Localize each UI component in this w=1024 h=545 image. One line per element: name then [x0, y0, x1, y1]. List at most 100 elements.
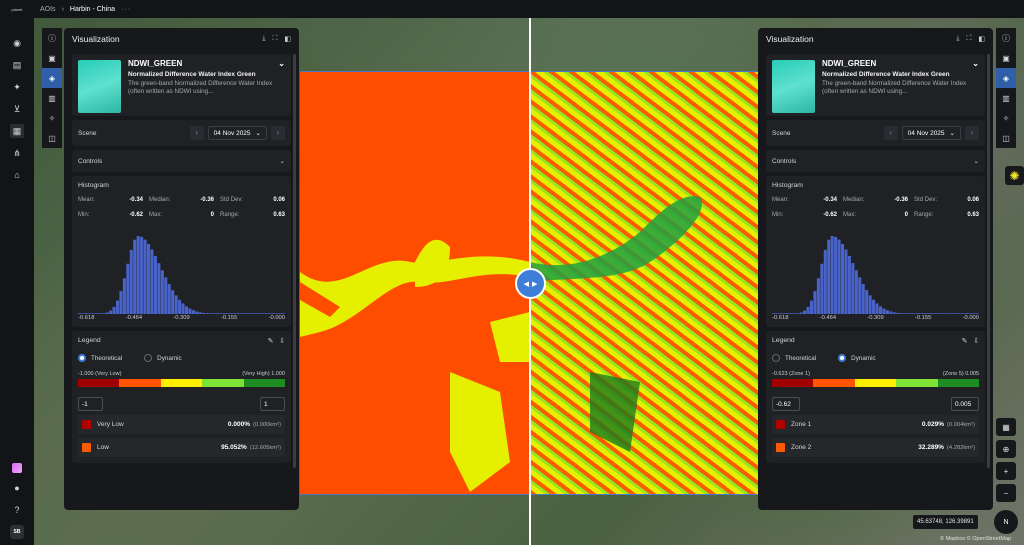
legend-section: Legend ✎ ⇩ Theoretical Dynamic -1.000 (Ve… — [72, 331, 291, 463]
export-icon[interactable]: ⇩ — [279, 337, 285, 345]
export-icon[interactable]: ⇩ — [973, 337, 979, 345]
histogram-bar — [830, 236, 834, 314]
map-icon[interactable]: ▦ — [10, 124, 24, 138]
more-options-icon[interactable]: ··· — [121, 6, 131, 13]
basemap-icon[interactable]: ▦ — [996, 418, 1016, 436]
network-icon[interactable]: ⋔ — [10, 146, 24, 160]
sparkle-icon[interactable]: ✧ — [42, 108, 62, 128]
sun-icon[interactable]: ✺ — [1005, 166, 1024, 185]
next-scene-button[interactable]: › — [965, 126, 979, 140]
layers-icon[interactable]: ◈ — [996, 68, 1016, 88]
split-view-icon[interactable]: ◫ — [996, 128, 1016, 148]
compass-icon[interactable]: ◉ — [10, 36, 24, 50]
histogram-bar — [889, 311, 893, 314]
edit-icon[interactable]: ✎ — [268, 337, 274, 345]
map-attribution[interactable]: © Mapbox © OpenStreetMap — [940, 536, 1011, 542]
app-logo[interactable]: planet — [0, 7, 34, 12]
class-swatch[interactable] — [776, 443, 785, 452]
panel-scrollbar[interactable] — [987, 54, 990, 468]
class-swatch[interactable] — [82, 420, 91, 429]
class-area: (0.004km²) — [946, 421, 975, 428]
radio-theoretical[interactable]: Theoretical — [78, 354, 122, 362]
bell-icon[interactable]: ● — [10, 481, 24, 495]
color-scale[interactable] — [78, 379, 286, 387]
image-icon[interactable]: ▣ — [996, 48, 1016, 68]
index-selector[interactable]: NDWI_GREEN ⌄ Normalized Difference Water … — [766, 54, 985, 116]
locate-icon[interactable]: ⊕ — [996, 440, 1016, 458]
expand-icon[interactable]: ⛶ — [272, 35, 277, 43]
app-switcher-icon[interactable] — [12, 463, 22, 473]
radio-theoretical[interactable]: Theoretical — [772, 354, 816, 362]
histogram-bar — [906, 313, 910, 314]
radio-dynamic[interactable]: Dynamic — [144, 354, 182, 362]
chevron-down-icon: ⌄ — [973, 158, 979, 165]
sparkle-icon[interactable]: ✧ — [996, 108, 1016, 128]
histogram-bar — [913, 313, 917, 314]
scene-row: Scene ‹ 04 Nov 2025 ⌄ › — [766, 120, 985, 146]
left-sidebar: ◉ ▤ ✦ ⊻ ▦ ⋔ ⌂ ● ? SB — [0, 18, 34, 545]
index-thumbnail — [772, 60, 815, 113]
next-scene-button[interactable]: › — [271, 126, 285, 140]
satellite-icon[interactable]: ✦ — [10, 80, 24, 94]
zoom-in-button[interactable]: + — [996, 462, 1016, 480]
chevron-down-icon[interactable]: ⌄ — [278, 60, 285, 68]
histogram-bar — [278, 313, 282, 314]
download-icon[interactable]: ⤓ — [262, 35, 265, 43]
scale-segment — [772, 379, 814, 387]
controls-label: Controls — [772, 157, 797, 165]
chart-icon[interactable]: ▥ — [42, 88, 62, 108]
download-icon[interactable]: ⤓ — [956, 35, 959, 43]
compass-button[interactable]: N — [994, 510, 1018, 534]
swipe-handle[interactable]: ◀ ▶ — [515, 268, 546, 299]
info-icon[interactable]: ⓘ — [42, 28, 62, 48]
collapse-panel-icon[interactable]: ◧ — [284, 35, 291, 43]
class-label: Very Low — [97, 421, 124, 428]
prev-scene-button[interactable]: ‹ — [883, 126, 898, 140]
image-icon[interactable]: ▣ — [42, 48, 62, 68]
histogram-bar — [947, 313, 951, 314]
histogram-bar — [191, 310, 195, 314]
min-input[interactable]: -1 — [78, 397, 103, 411]
chevron-down-icon[interactable]: ⌄ — [972, 60, 979, 68]
expand-icon[interactable]: ⛶ — [966, 35, 971, 43]
panel-title: Visualization — [766, 34, 814, 44]
index-selector[interactable]: NDWI_GREEN ⌄ Normalized Difference Water … — [72, 54, 291, 116]
max-input[interactable]: 0.005 — [951, 397, 979, 411]
layers-icon[interactable]: ◈ — [42, 68, 62, 88]
histogram-bar — [885, 310, 889, 314]
histogram-bar — [954, 313, 958, 314]
collapse-panel-icon[interactable]: ◧ — [978, 35, 985, 43]
cart-icon[interactable]: ⊻ — [10, 102, 24, 116]
min-input[interactable]: -0.62 — [772, 397, 800, 411]
prev-scene-button[interactable]: ‹ — [189, 126, 204, 140]
class-swatch[interactable] — [82, 443, 91, 452]
scene-date-select[interactable]: 04 Nov 2025 ⌄ — [901, 126, 961, 140]
breadcrumb-current[interactable]: Harbin - China — [70, 6, 115, 13]
edit-icon[interactable]: ✎ — [962, 337, 968, 345]
histogram-bar — [851, 263, 855, 314]
scene-date-select[interactable]: 04 Nov 2025 ⌄ — [207, 126, 267, 140]
zoom-out-button[interactable]: − — [996, 484, 1016, 502]
split-view-icon[interactable]: ◫ — [42, 128, 62, 148]
histogram-bar — [84, 313, 88, 314]
help-icon[interactable]: ? — [10, 503, 24, 517]
controls-accordion[interactable]: Controls ⌄ — [72, 150, 291, 172]
histogram-bars — [78, 236, 285, 314]
user-avatar[interactable]: SB — [10, 525, 24, 539]
max-input[interactable]: 1 — [260, 397, 285, 411]
histogram-bar — [903, 313, 907, 314]
breadcrumb-aois[interactable]: AOIs — [40, 6, 56, 13]
info-icon[interactable]: ⓘ — [996, 28, 1016, 48]
class-area: (12.605km²) — [249, 444, 281, 451]
histogram-bar — [243, 313, 247, 314]
panel-scrollbar[interactable] — [293, 54, 296, 468]
legend-class-row: Zone 2 32.289% (4.282km²) — [772, 438, 979, 457]
class-swatch[interactable] — [776, 420, 785, 429]
store-icon[interactable]: ⌂ — [10, 168, 24, 182]
chart-icon[interactable]: ▥ — [996, 88, 1016, 108]
histogram-bar — [899, 313, 903, 314]
layers-stack-icon[interactable]: ▤ — [10, 58, 24, 72]
radio-dynamic[interactable]: Dynamic — [838, 354, 876, 362]
controls-accordion[interactable]: Controls ⌄ — [766, 150, 985, 172]
color-scale[interactable] — [772, 379, 980, 387]
